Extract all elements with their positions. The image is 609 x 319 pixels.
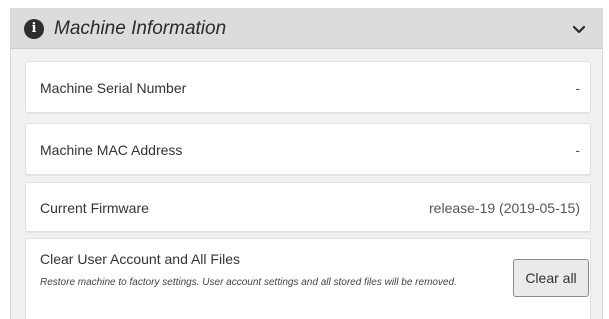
clear-account-description: Restore machine to factory settings. Use… bbox=[40, 277, 457, 288]
panel-header[interactable]: i Machine Information bbox=[11, 9, 602, 49]
panel-title: Machine Information bbox=[54, 18, 227, 39]
clear-account-section: Clear User Account and All Files Restore… bbox=[25, 238, 591, 319]
info-circle-icon: i bbox=[24, 19, 44, 39]
firmware-value: release-19 (2019-05-15) bbox=[429, 200, 580, 216]
clear-account-title: Clear User Account and All Files bbox=[40, 251, 240, 267]
mac-address-row: Machine MAC Address - bbox=[25, 123, 591, 175]
machine-information-panel: i Machine Information Machine Serial Num… bbox=[10, 8, 603, 319]
chevron-down-icon[interactable] bbox=[569, 19, 589, 39]
mac-address-value: - bbox=[575, 142, 580, 158]
clear-all-button[interactable]: Clear all bbox=[513, 259, 589, 297]
serial-number-row: Machine Serial Number - bbox=[25, 61, 591, 113]
firmware-row: Current Firmware release-19 (2019-05-15) bbox=[25, 182, 591, 232]
firmware-label: Current Firmware bbox=[40, 200, 149, 216]
serial-number-label: Machine Serial Number bbox=[40, 80, 187, 96]
page: i Machine Information Machine Serial Num… bbox=[0, 0, 609, 319]
mac-address-label: Machine MAC Address bbox=[40, 142, 183, 158]
serial-number-value: - bbox=[575, 80, 580, 96]
chevron-down-glyph bbox=[572, 25, 586, 34]
